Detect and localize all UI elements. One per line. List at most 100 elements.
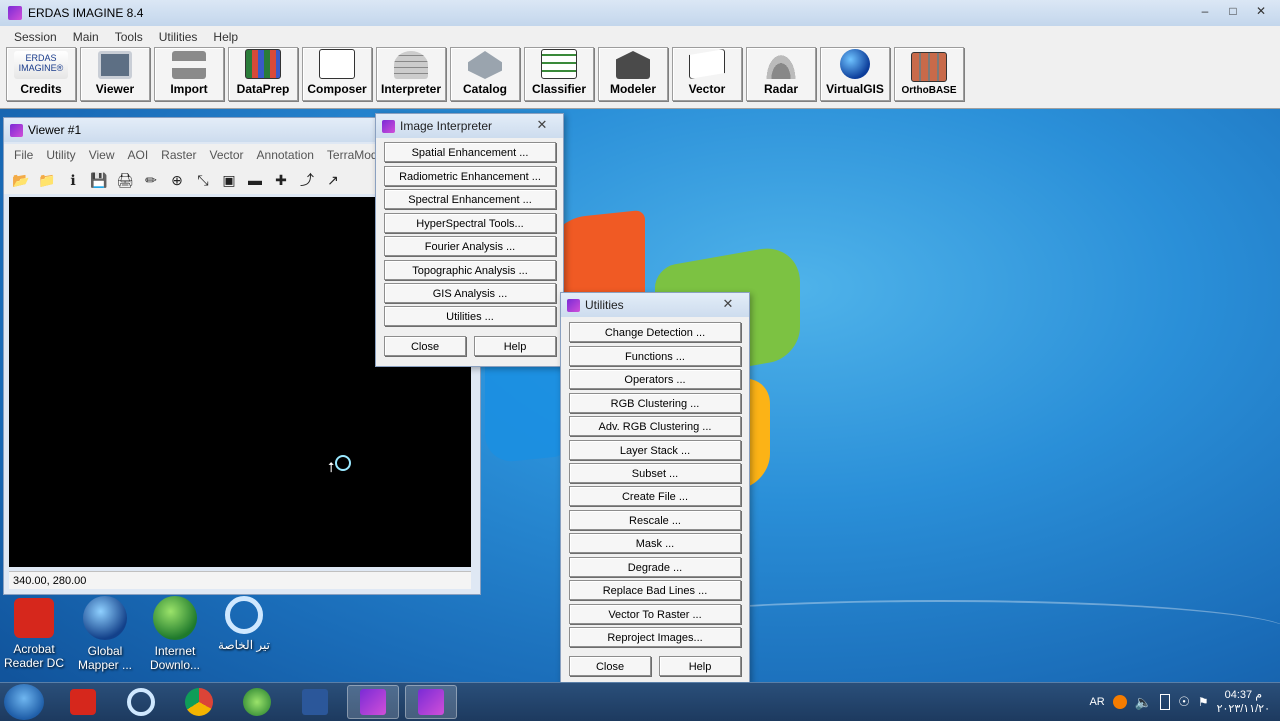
- viewer-menu-utility[interactable]: Utility: [46, 148, 75, 162]
- start-orb-icon[interactable]: [4, 684, 44, 720]
- erdas-icon: [418, 689, 444, 715]
- viewer-menu-raster[interactable]: Raster: [161, 148, 196, 162]
- viewer-menu-view[interactable]: View: [89, 148, 115, 162]
- crosshair-icon[interactable]: ⊕: [168, 171, 186, 189]
- viewer-menu-vector[interactable]: Vector: [210, 148, 244, 162]
- toolbar-catalog-button[interactable]: Catalog: [450, 47, 520, 101]
- utilities-button[interactable]: Subset ...: [569, 463, 741, 483]
- taskbar-erdas-1[interactable]: [347, 685, 399, 719]
- utilities-button[interactable]: Rescale ...: [569, 510, 741, 530]
- open-folder-icon[interactable]: 📂: [12, 171, 30, 189]
- main-menubar: Session Main Tools Utilities Help: [0, 26, 1280, 48]
- utilities-button[interactable]: Degrade ...: [569, 557, 741, 577]
- interpreter-button[interactable]: Spectral Enhancement ...: [384, 189, 556, 209]
- print-icon[interactable]: 🖨: [116, 171, 134, 189]
- info-icon[interactable]: ℹ: [64, 171, 82, 189]
- pan-icon[interactable]: ⤴: [298, 171, 316, 189]
- desktop-icon-idm[interactable]: Internet Downlo...: [141, 596, 209, 672]
- avast-icon[interactable]: [1112, 695, 1127, 709]
- interpreter-button[interactable]: Topographic Analysis ...: [384, 260, 556, 280]
- menu-session[interactable]: Session: [14, 30, 57, 44]
- viewer-menu-annotation[interactable]: Annotation: [257, 148, 314, 162]
- interpreter-button[interactable]: HyperSpectral Tools...: [384, 213, 556, 233]
- viewer-menu-file[interactable]: File: [14, 148, 33, 162]
- utilities-button[interactable]: Functions ...: [569, 346, 741, 366]
- utilities-titlebar[interactable]: Utilities ✕: [561, 293, 749, 317]
- volume-icon[interactable]: 🔈: [1135, 694, 1152, 711]
- utilities-button[interactable]: Operators ...: [569, 369, 741, 389]
- taskbar-search[interactable]: [115, 685, 167, 719]
- toolbar-credits-button[interactable]: ERDAS IMAGINE® Credits: [6, 47, 76, 101]
- toolbar-composer-button[interactable]: Composer: [302, 47, 372, 101]
- menu-help[interactable]: Help: [213, 30, 238, 44]
- interpreter-close-icon[interactable]: ✕: [529, 117, 555, 133]
- clock[interactable]: 04:37 م ٢٠٢٣/١١/٢٠: [1217, 688, 1270, 716]
- toolbar-modeler-label: Modeler: [609, 82, 656, 96]
- interpreter-button[interactable]: Fourier Analysis ...: [384, 236, 556, 256]
- taskbar-word[interactable]: [289, 685, 341, 719]
- network-icon[interactable]: ☉: [1178, 694, 1190, 710]
- menu-main[interactable]: Main: [73, 30, 99, 44]
- utilities-close-icon[interactable]: ✕: [715, 296, 741, 312]
- taskbar-idm[interactable]: [231, 685, 283, 719]
- toolbar-modeler-button[interactable]: Modeler: [598, 47, 668, 101]
- interpreter-button[interactable]: Utilities ...: [384, 306, 556, 326]
- utilities-button[interactable]: Layer Stack ...: [569, 440, 741, 460]
- profile-icon[interactable]: ↗: [324, 171, 342, 189]
- interpreter-help-button[interactable]: Help: [474, 336, 556, 356]
- taskbar-acrobat[interactable]: [57, 685, 109, 719]
- zoom-out-icon[interactable]: ▣: [220, 171, 238, 189]
- zoom-in-icon[interactable]: ⤡: [194, 171, 212, 189]
- toolbar-radar-button[interactable]: Radar: [746, 47, 816, 101]
- eraser-icon[interactable]: ✏: [142, 171, 160, 189]
- toolbar-viewer-button[interactable]: Viewer: [80, 47, 150, 101]
- desktop-icon-label: تير الخاصة: [218, 638, 270, 652]
- menu-tools[interactable]: Tools: [115, 30, 143, 44]
- desktop-icon-label: Global Mapper ...: [77, 644, 133, 672]
- utilities-button[interactable]: Create File ...: [569, 486, 741, 506]
- utilities-button[interactable]: Mask ...: [569, 533, 741, 553]
- taskbar-chrome[interactable]: [173, 685, 225, 719]
- close-button[interactable]: ✕: [1248, 2, 1274, 20]
- interpreter-titlebar[interactable]: Image Interpreter ✕: [376, 114, 563, 138]
- utilities-dialog: Utilities ✕ Change Detection ... Functio…: [560, 292, 750, 684]
- flag-icon[interactable]: ⚑: [1198, 695, 1209, 709]
- utilities-button[interactable]: RGB Clustering ...: [569, 393, 741, 413]
- utilities-button[interactable]: Adv. RGB Clustering ...: [569, 416, 741, 436]
- viewer-menu-aoi[interactable]: AOI: [127, 148, 148, 162]
- toolbar-vector-button[interactable]: Vector: [672, 47, 742, 101]
- toolbar-virtualgis-button[interactable]: VirtualGIS: [820, 47, 890, 101]
- interpreter-button[interactable]: GIS Analysis ...: [384, 283, 556, 303]
- save-icon[interactable]: 💾: [90, 171, 108, 189]
- desktop-icon-global-mapper[interactable]: Global Mapper ...: [71, 596, 139, 672]
- utilities-close-button[interactable]: Close: [569, 656, 651, 676]
- toolbar-viewer-label: Viewer: [95, 82, 135, 96]
- toolbar-import-button[interactable]: Import: [154, 47, 224, 101]
- interpreter-button[interactable]: Spatial Enhancement ...: [384, 142, 556, 162]
- battery-icon[interactable]: [1160, 694, 1171, 710]
- utilities-button[interactable]: Replace Bad Lines ...: [569, 580, 741, 600]
- catalog-icon: [468, 51, 502, 79]
- interpreter-close-button[interactable]: Close: [384, 336, 466, 356]
- language-indicator[interactable]: AR: [1089, 696, 1104, 708]
- utilities-button[interactable]: Reproject Images...: [569, 627, 741, 647]
- toolbar-orthobase-button[interactable]: OrthoBASE: [894, 47, 964, 101]
- toolbar-dataprep-button[interactable]: DataPrep: [228, 47, 298, 101]
- utilities-help-button[interactable]: Help: [659, 656, 741, 676]
- utilities-button[interactable]: Change Detection ...: [569, 322, 741, 342]
- desktop-icon-search-folder[interactable]: تير الخاصة: [210, 596, 278, 652]
- plus-icon[interactable]: ✚: [272, 171, 290, 189]
- new-folder-icon[interactable]: 📁: [38, 171, 56, 189]
- toolbar-interpreter-button[interactable]: Interpreter: [376, 47, 446, 101]
- desktop-icon-acrobat[interactable]: Acrobat Reader DC: [0, 598, 68, 670]
- measure-icon[interactable]: ▬: [246, 171, 264, 189]
- taskbar-erdas-2[interactable]: [405, 685, 457, 719]
- menu-utilities[interactable]: Utilities: [159, 30, 198, 44]
- toolbar-classifier-button[interactable]: Classifier: [524, 47, 594, 101]
- virtualgis-globe-icon: [840, 49, 870, 79]
- minimize-button[interactable]: –: [1192, 2, 1218, 20]
- interpreter-button[interactable]: Radiometric Enhancement ...: [384, 166, 556, 186]
- maximize-button[interactable]: □: [1220, 2, 1246, 20]
- utilities-button[interactable]: Vector To Raster ...: [569, 604, 741, 624]
- toolbar-import-label: Import: [170, 82, 208, 96]
